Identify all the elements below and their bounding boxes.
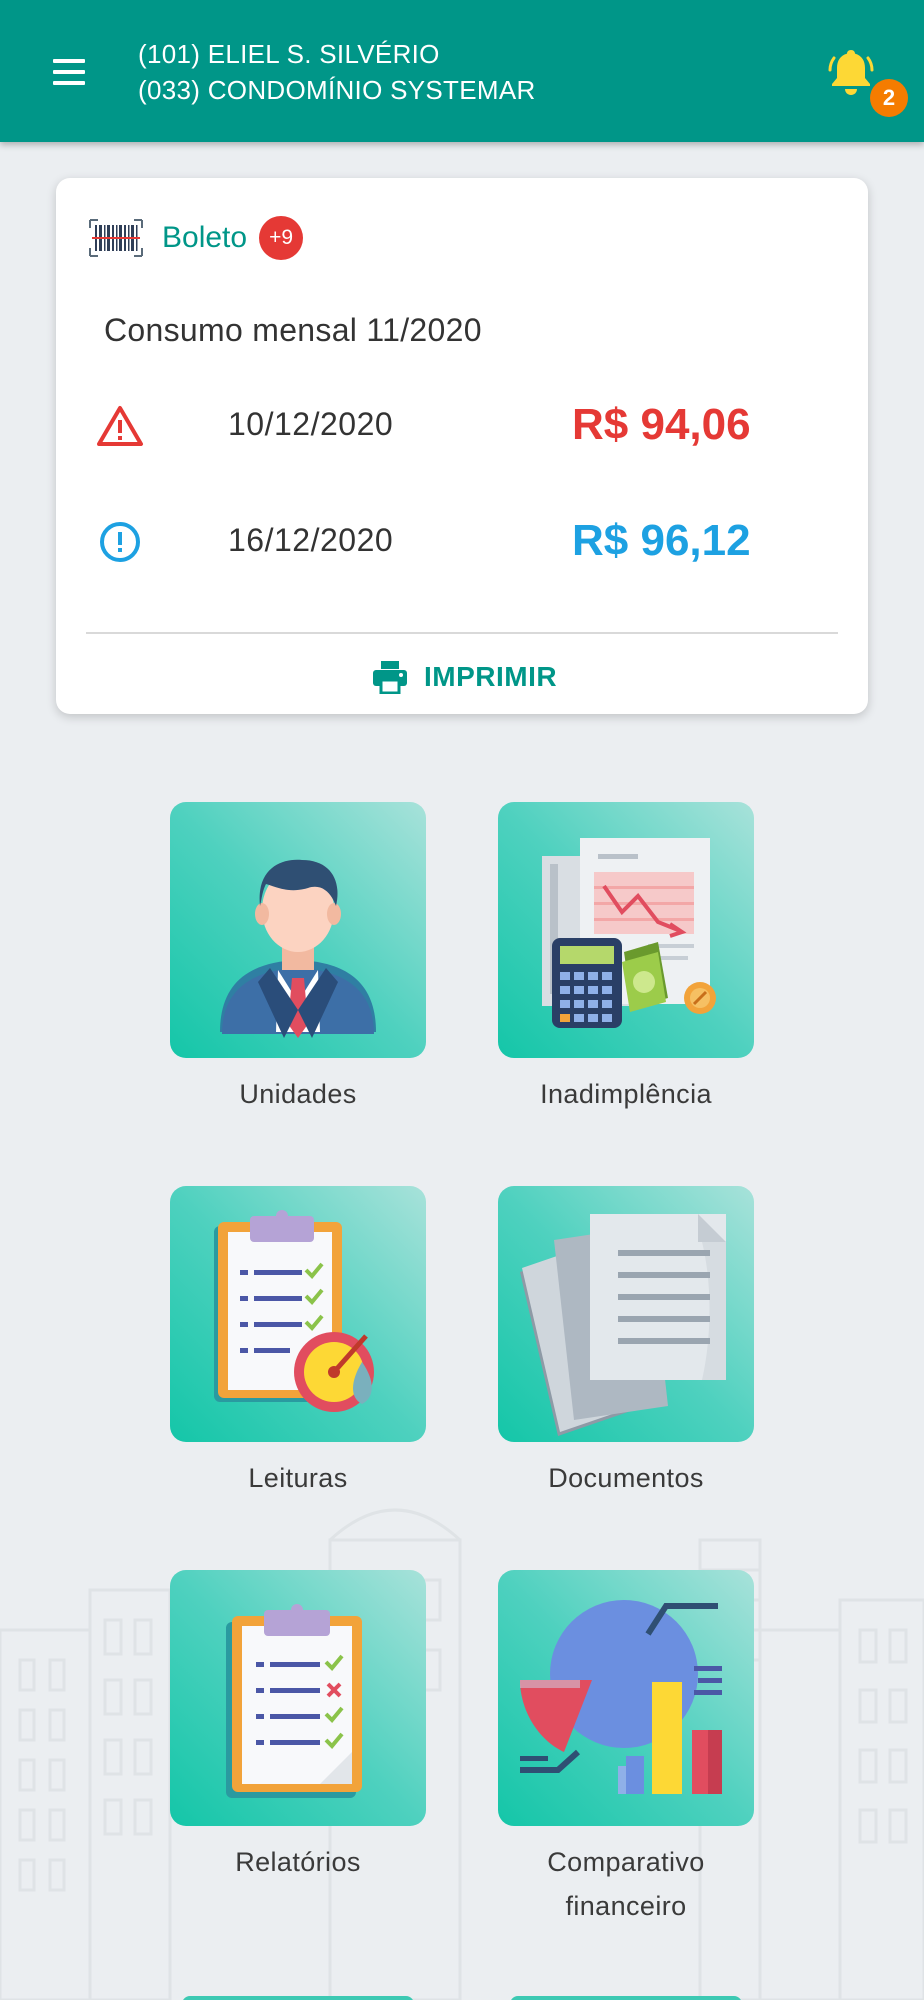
financial-chart-icon (520, 1600, 722, 1794)
amount: R$ 94,06 (572, 400, 751, 449)
menu-tile-unidades[interactable]: Unidades (170, 802, 426, 1116)
boleto-title: Boleto (162, 221, 248, 254)
alert-circle-icon (100, 522, 140, 562)
menu-tile-documentos[interactable]: Documentos (498, 1186, 754, 1500)
boleto-count-badge: +9 (259, 216, 304, 260)
boleto-entry-upcoming[interactable]: 16/12/2020 R$ 96,12 (96, 512, 836, 572)
due-date: 10/12/2020 (228, 406, 394, 442)
tile-label: Documentos (548, 1463, 704, 1493)
boleto-entry-overdue[interactable]: 10/12/2020 R$ 94,06 (96, 396, 836, 456)
boleto-description: Consumo mensal 11/2020 (104, 312, 482, 348)
tile-label: Unidades (239, 1079, 357, 1109)
warning-triangle-icon (97, 406, 143, 446)
city-skyline-background (0, 1508, 924, 2000)
menu-tile-partial[interactable] (182, 1996, 414, 2000)
app-bar: (101) ELIEL S. SILVÉRIO (033) CONDOMÍNIO… (0, 0, 924, 142)
menu-tile-inadimplencia[interactable]: Inadimplência (498, 802, 754, 1116)
bell-icon (828, 50, 874, 95)
boleto-card[interactable]: Boleto +9 Consumo mensal 11/2020 10/12/2… (56, 178, 868, 714)
tile-label: Inadimplência (540, 1079, 712, 1109)
user-info[interactable]: (101) ELIEL S. SILVÉRIO (033) CONDOMÍNIO… (138, 36, 536, 108)
hamburger-menu-icon[interactable] (42, 50, 96, 94)
tile-image (170, 1570, 426, 1826)
menu-tile-partial[interactable] (510, 1996, 742, 2000)
due-date: 16/12/2020 (228, 522, 394, 558)
tile-label: Comparativo financeiro (547, 1847, 705, 1921)
tile-image (498, 1186, 754, 1442)
amount: R$ 96,12 (572, 516, 751, 565)
tile-image (498, 802, 754, 1058)
divider (86, 632, 838, 634)
condominium-name: (033) CONDOMÍNIO SYSTEMAR (138, 75, 536, 105)
debt-report-icon (542, 838, 716, 1028)
tile-image (170, 1186, 426, 1442)
notifications-button[interactable]: 2 (822, 44, 908, 120)
tile-label: Relatórios (235, 1847, 361, 1877)
tile-label: Leituras (248, 1463, 348, 1493)
tile-image (170, 802, 426, 1058)
notification-count-badge: 2 (870, 79, 908, 117)
documents-icon (520, 1214, 726, 1436)
tile-image (498, 1570, 754, 1826)
printer-icon (373, 661, 407, 694)
print-button[interactable]: IMPRIMIR (372, 652, 557, 702)
reports-clipboard-icon (226, 1604, 362, 1798)
businessman-icon (220, 859, 376, 1038)
meter-reading-clipboard-icon (214, 1210, 374, 1412)
barcode-icon (89, 219, 143, 257)
boleto-header: Boleto +9 (88, 214, 304, 262)
unit-name: (101) ELIEL S. SILVÉRIO (138, 39, 440, 69)
print-label: IMPRIMIR (424, 661, 558, 692)
menu-tile-comparativo-financeiro[interactable]: Comparativo financeiro (498, 1570, 754, 1928)
menu-tile-leituras[interactable]: Leituras (170, 1186, 426, 1500)
menu-tile-relatorios[interactable]: Relatórios (170, 1570, 426, 1884)
